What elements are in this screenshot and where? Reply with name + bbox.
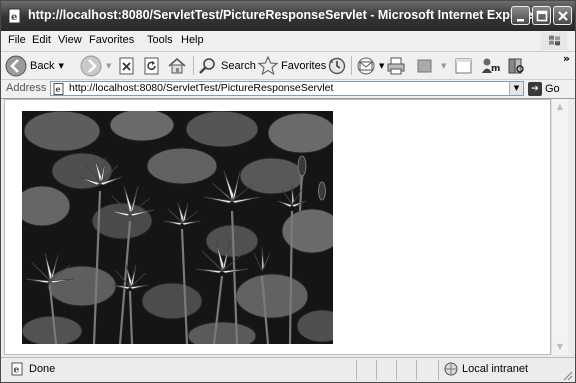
page-icon: e [53,83,64,95]
menu-tools[interactable]: Tools [147,34,173,46]
close-button[interactable] [553,6,572,25]
mail-icon [357,57,375,74]
stop-button[interactable] [118,54,136,77]
maximize-button[interactable] [532,6,551,25]
back-icon [5,55,27,76]
back-dropdown-icon[interactable]: ▼ [58,62,63,70]
status-divider [438,360,439,380]
research-button[interactable] [506,54,526,77]
security-zone[interactable]: Local intranet [444,362,528,376]
toolbar-overflow-icon[interactable]: » [563,52,570,65]
svg-text:e: e [11,12,17,23]
mail-button[interactable]: ▼ [356,54,384,77]
minimize-button[interactable] [511,6,530,25]
search-button[interactable]: Search [198,54,256,77]
home-button[interactable] [167,54,187,77]
browser-window: e http://localhost:8080/ServletTest/Pict… [0,0,576,383]
discuss-button[interactable] [454,54,474,77]
status-bar: e Done Local intranet [1,357,575,382]
windows-logo-icon [541,32,567,50]
go-button[interactable]: ➔ Go [528,81,560,96]
page-done-icon: e [11,362,23,376]
menu-file[interactable]: File [8,34,26,46]
mail-dropdown-icon[interactable]: ▼ [379,62,384,70]
address-bar: Address e http://localhost:8080/ServletT… [1,80,575,99]
ie-page-icon: e [8,8,21,24]
resize-grip-icon[interactable] [561,369,573,381]
refresh-icon [144,57,159,74]
address-input[interactable]: e http://localhost:8080/ServletTest/Pict… [50,81,524,96]
forward-button[interactable]: ▼ [80,54,111,77]
menu-edit[interactable]: Edit [32,34,51,46]
forward-icon [80,55,102,76]
home-icon [168,57,186,73]
close-icon [558,11,568,21]
menu-view[interactable]: View [58,34,82,46]
history-button[interactable] [327,54,347,77]
status-divider [396,360,397,380]
go-arrow-icon: ➔ [528,81,542,96]
back-button[interactable]: Back ▼ [5,54,64,77]
address-url: http://localhost:8080/ServletTest/Pictur… [69,82,334,94]
stop-icon [119,57,134,74]
status-divider [376,360,377,380]
menu-help[interactable]: Help [181,34,204,46]
edit-button[interactable]: ▼ [415,54,446,77]
water-lilies-photo [22,111,333,344]
search-icon [199,57,215,74]
title-bar[interactable]: e http://localhost:8080/ServletTest/Pict… [1,1,575,31]
window-title: http://localhost:8080/ServletTest/Pictur… [28,8,538,22]
print-button[interactable] [386,54,406,77]
toolbar-separator [193,56,194,75]
svg-text:e: e [14,366,20,376]
maximize-icon [536,10,548,22]
menu-bar: File Edit View Favorites Tools Help [1,31,575,52]
favorites-star-icon [258,55,278,75]
address-label: Address [6,82,47,94]
toolbar: Back ▼ ▼ Search Favorites ▼ ▼ m » [1,52,575,80]
page-content [4,99,551,355]
messenger-button[interactable]: m [480,54,502,77]
edit-icon [417,59,432,72]
vertical-scrollbar[interactable]: ▲ ▼ [551,99,568,355]
history-icon [328,57,346,74]
research-icon [508,58,524,73]
forward-dropdown-icon[interactable]: ▼ [106,62,111,70]
discuss-icon [455,58,472,73]
favorites-button[interactable]: Favorites [258,54,326,77]
status-divider [416,360,417,380]
scroll-up-icon[interactable]: ▲ [552,99,568,115]
menu-favorites[interactable]: Favorites [89,34,134,46]
status-divider [356,360,357,380]
print-icon [387,57,405,74]
scroll-down-icon[interactable]: ▼ [552,339,568,355]
svg-text:m: m [491,64,500,74]
messenger-icon: m [482,58,500,74]
address-dropdown-icon[interactable]: ▼ [509,82,523,95]
edit-dropdown-icon[interactable]: ▼ [441,62,446,70]
toolbar-separator [351,56,352,75]
local-intranet-icon [444,362,458,376]
minimize-icon [517,19,524,22]
water-lilies-image [22,111,333,344]
status-text: Done [29,363,56,375]
svg-text:e: e [56,84,61,94]
refresh-button[interactable] [143,54,161,77]
